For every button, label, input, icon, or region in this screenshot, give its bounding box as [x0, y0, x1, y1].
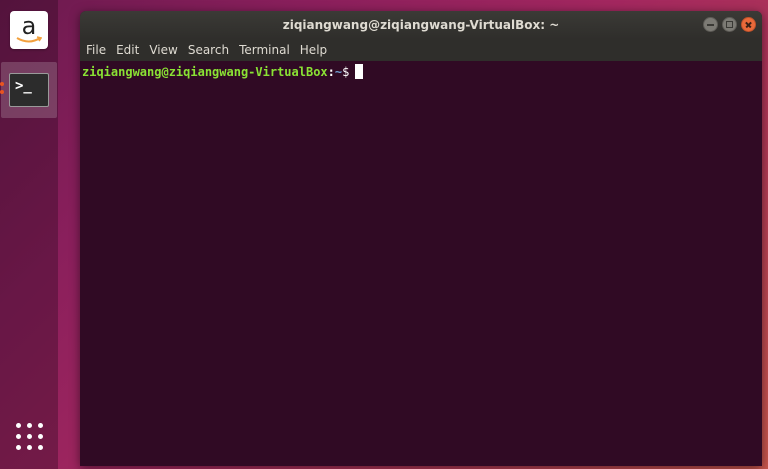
amazon-smile-icon	[16, 36, 42, 43]
close-button[interactable]	[741, 17, 756, 32]
running-indicator	[0, 90, 4, 94]
text-cursor	[355, 64, 364, 79]
menu-edit[interactable]: Edit	[111, 39, 144, 61]
dock-item-terminal[interactable]: >_	[0, 62, 57, 118]
dock-item-amazon[interactable]: a	[0, 6, 58, 54]
menu-help[interactable]: Help	[295, 39, 332, 61]
terminal-window: ziqiangwang@ziqiangwang-VirtualBox: ~ Fi…	[80, 11, 762, 466]
window-titlebar[interactable]: ziqiangwang@ziqiangwang-VirtualBox: ~	[80, 11, 762, 39]
show-applications-button[interactable]	[0, 414, 58, 458]
terminal-icon: >_	[9, 73, 49, 107]
menu-view[interactable]: View	[144, 39, 182, 61]
prompt-separator: :	[327, 65, 335, 79]
terminal-area[interactable]: ziqiangwang@ziqiangwang-VirtualBox:~$	[80, 61, 762, 80]
menu-bar: File Edit View Search Terminal Help	[80, 39, 762, 61]
dock: a >_	[0, 0, 58, 469]
terminal-glyph: >_	[15, 78, 32, 94]
show-applications-icon	[15, 422, 43, 450]
prompt-user-host: ziqiangwang@ziqiangwang-VirtualBox	[82, 65, 328, 79]
window-controls	[703, 17, 756, 32]
running-indicator	[0, 82, 4, 86]
maximize-button[interactable]	[722, 17, 737, 32]
menu-file[interactable]: File	[80, 39, 111, 61]
menu-search[interactable]: Search	[183, 39, 234, 61]
window-title: ziqiangwang@ziqiangwang-VirtualBox: ~	[282, 18, 560, 32]
minimize-button[interactable]	[703, 17, 718, 32]
prompt-symbol: $	[342, 65, 350, 79]
amazon-icon: a	[10, 11, 48, 49]
menu-terminal[interactable]: Terminal	[234, 39, 295, 61]
